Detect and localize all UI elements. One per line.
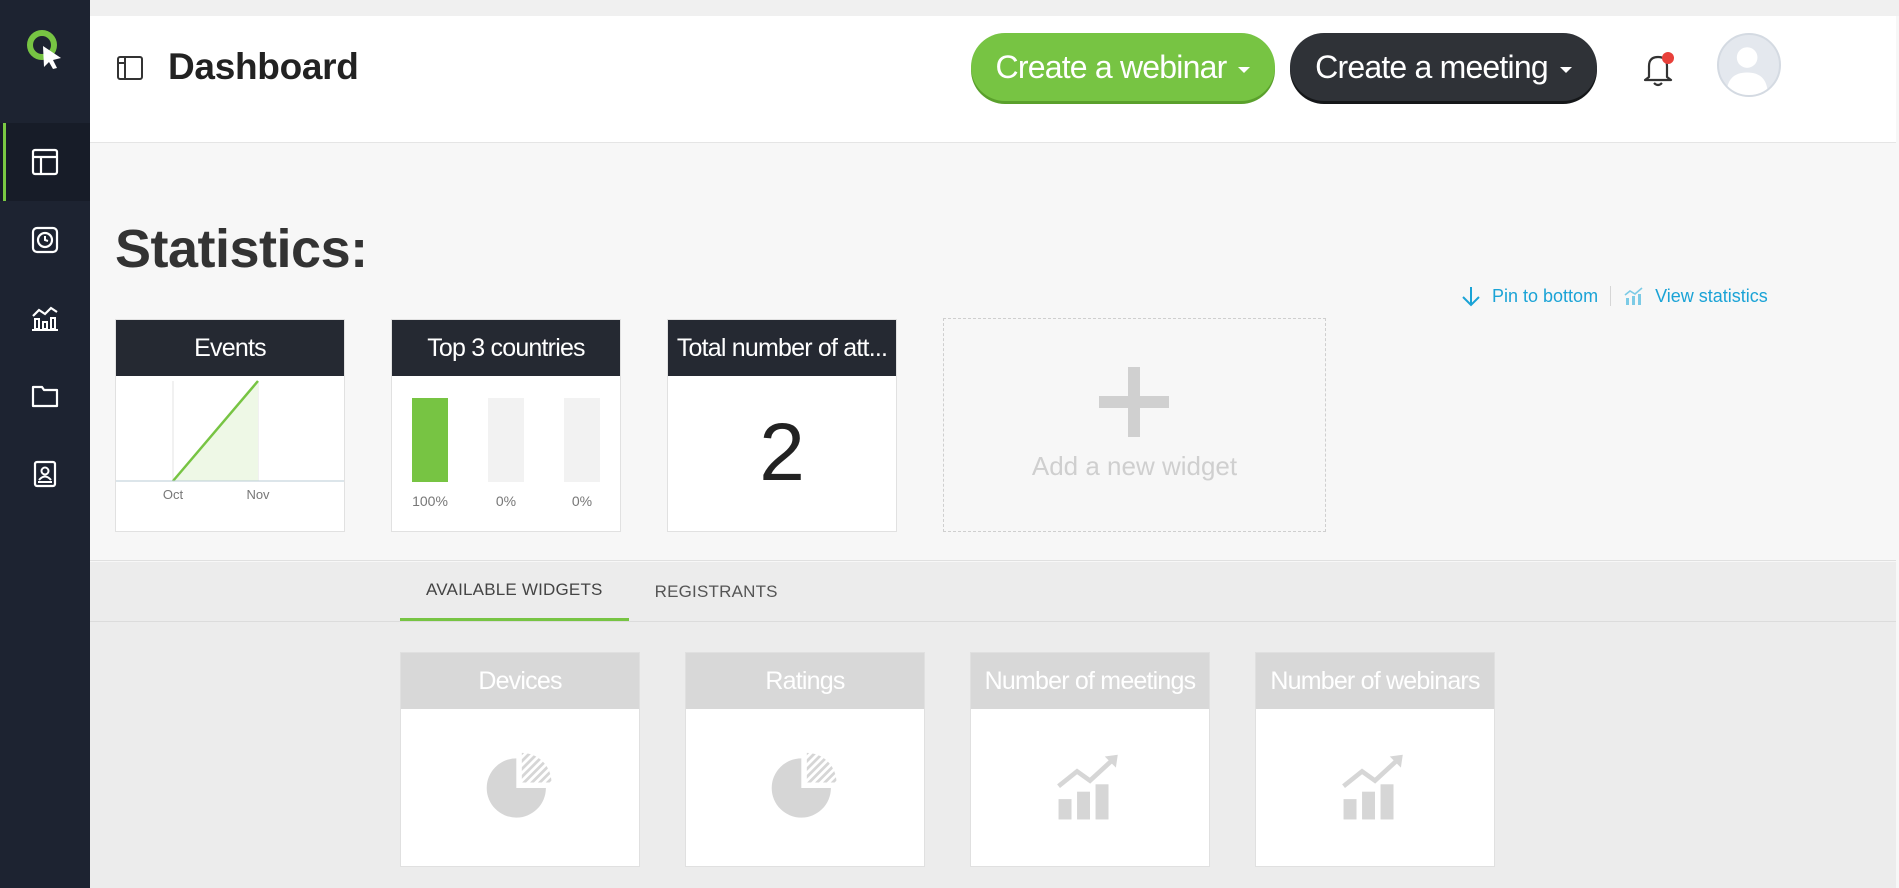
available-widget-title: Number of meetings <box>971 653 1209 709</box>
sidebar-item-dashboard[interactable] <box>0 123 90 201</box>
avatar[interactable] <box>1717 33 1781 97</box>
available-widget-title: Number of webinars <box>1256 653 1494 709</box>
available-widget-title: Devices <box>401 653 639 709</box>
dashboard-icon <box>31 148 59 176</box>
view-statistics-link[interactable]: View statistics <box>1623 285 1768 307</box>
available-widget-meetings[interactable]: Number of meetings <box>970 652 1210 867</box>
statistics-icon <box>1624 287 1643 305</box>
chart-icon <box>32 306 58 331</box>
notification-badge <box>1662 52 1674 64</box>
events-widget-title: Events <box>194 333 266 362</box>
sidebar-item-statistics[interactable] <box>0 279 90 357</box>
add-widget-placeholder[interactable]: Add a new widget <box>943 318 1326 532</box>
pin-to-bottom-link[interactable]: Pin to bottom <box>1460 285 1598 307</box>
chevron-down-icon <box>1559 67 1572 73</box>
contacts-icon <box>33 460 57 488</box>
available-widget-title: Ratings <box>686 653 924 709</box>
available-widget-ratings[interactable]: Ratings <box>685 652 925 867</box>
sidebar <box>0 0 90 888</box>
plus-icon <box>1099 367 1169 437</box>
top-countries-widget[interactable]: Top 3 countries 100% 0% 0% <box>391 319 621 532</box>
widgets-tabs: AVAILABLE WIDGETS REGISTRANTS <box>400 562 804 621</box>
app-logo-icon[interactable] <box>25 28 65 70</box>
create-meeting-label: Create a meeting <box>1315 48 1548 85</box>
tabs-divider <box>90 621 1896 622</box>
chevron-down-icon <box>1238 67 1251 73</box>
pie-chart-icon <box>771 752 837 818</box>
bar-track <box>488 398 524 482</box>
pin-to-bottom-label: Pin to bottom <box>1492 285 1599 306</box>
growth-chart-icon <box>1342 754 1403 819</box>
x-tick-label: Oct <box>163 487 184 502</box>
notifications-button[interactable] <box>1640 50 1676 88</box>
page-header: Dashboard Create a webinar Create a meet… <box>90 16 1896 143</box>
available-widget-devices[interactable]: Devices <box>400 652 640 867</box>
top-countries-widget-header: Top 3 countries <box>392 320 620 376</box>
widgets-tabs-section: AVAILABLE WIDGETS REGISTRANTS Devices Ra… <box>90 562 1896 888</box>
user-icon <box>1726 47 1768 95</box>
bar-data-label: 0% <box>496 493 516 509</box>
events-widget-header: Events <box>116 320 344 376</box>
countries-chart: 100% 0% 0% <box>412 398 600 509</box>
folder-icon <box>31 385 59 408</box>
view-statistics-label: View statistics <box>1655 285 1768 306</box>
top-countries-widget-title: Top 3 countries <box>427 333 585 362</box>
create-meeting-button[interactable]: Create a meeting <box>1290 33 1597 101</box>
available-widget-webinars[interactable]: Number of webinars <box>1255 652 1495 867</box>
sidebar-item-files[interactable] <box>0 357 90 435</box>
create-webinar-button[interactable]: Create a webinar <box>971 33 1275 101</box>
statistics-title: Statistics: <box>115 219 368 279</box>
pie-chart-icon <box>486 752 552 818</box>
total-attendees-value: 2 <box>759 407 805 498</box>
bar-data-label: 0% <box>572 493 592 509</box>
total-attendees-widget-title: Total number of att... <box>676 333 888 362</box>
bar-data-label: 100% <box>412 493 448 509</box>
create-webinar-label: Create a webinar <box>995 48 1228 85</box>
arrow-down-icon <box>1462 287 1480 307</box>
page-title: Dashboard <box>168 46 359 87</box>
bar-track <box>564 398 600 482</box>
x-tick-label: Nov <box>246 487 270 502</box>
sidebar-item-contacts[interactable] <box>0 435 90 513</box>
sidebar-item-webinars[interactable] <box>0 201 90 279</box>
top-strip <box>90 0 1899 16</box>
clock-icon <box>31 226 59 254</box>
bar <box>412 398 448 482</box>
divider <box>1610 286 1612 306</box>
events-widget[interactable]: Events Oct Nov <box>115 319 345 532</box>
add-widget-label: Add a new widget <box>1031 451 1238 481</box>
tab-available-widgets[interactable]: AVAILABLE WIDGETS <box>400 562 629 621</box>
tab-registrants[interactable]: REGISTRANTS <box>629 562 804 621</box>
events-chart: Oct Nov <box>116 380 344 502</box>
growth-chart-icon <box>1057 754 1118 819</box>
statistics-section: Statistics: Pin to bottom View statistic… <box>90 143 1896 561</box>
statistics-actions: Pin to bottom View statistics <box>1460 285 1768 307</box>
total-attendees-widget[interactable]: Total number of att... 2 <box>667 319 897 532</box>
total-attendees-widget-header: Total number of att... <box>668 320 896 376</box>
dashboard-icon <box>117 56 143 80</box>
